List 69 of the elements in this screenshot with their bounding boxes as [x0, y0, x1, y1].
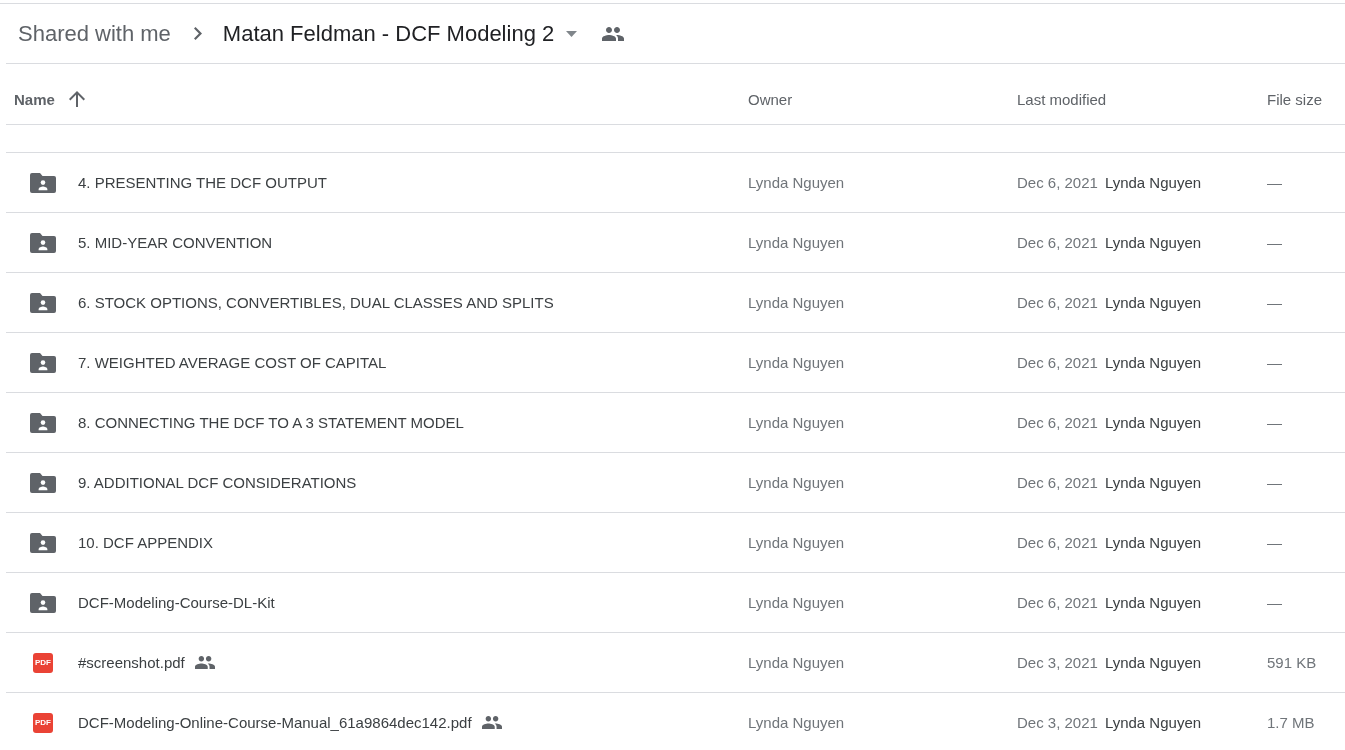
file-name[interactable]: 5. MID-YEAR CONVENTION	[78, 234, 273, 251]
modified-date: Dec 6, 2021	[1017, 414, 1098, 431]
file-name[interactable]: DCF-Modeling-Online-Course-Manual_61a9864dec142.pdf	[78, 714, 472, 731]
modified-date: Dec 6, 2021	[1017, 234, 1098, 251]
modified-by: Lynda Nguyen	[1104, 534, 1202, 551]
modified-date: Dec 6, 2021	[1017, 294, 1098, 311]
file-name[interactable]: 10. DCF APPENDIX	[78, 534, 214, 551]
pdf-file-icon: PDF	[33, 712, 53, 733]
shared-folder-icon	[30, 172, 56, 193]
sort-arrow-icon[interactable]	[68, 91, 85, 107]
modified-date: Dec 3, 2021	[1017, 654, 1098, 671]
file-name[interactable]: 9. ADDITIONAL DCF CONSIDERATIONS	[78, 474, 357, 491]
modified-date: Dec 6, 2021	[1017, 354, 1098, 371]
file-name[interactable]: #screenshot.pdf	[78, 654, 185, 671]
shared-folder-icon	[30, 472, 56, 493]
column-header[interactable]: File size	[1267, 90, 1322, 108]
file-name[interactable]: 6. STOCK OPTIONS, CONVERTIBLES, DUAL CLASSES AND SPLITS	[78, 294, 554, 311]
owner-name: Lynda Nguyen	[748, 294, 845, 311]
file-name[interactable]: 7. WEIGHTED AVERAGE COST OF CAPITAL	[78, 354, 387, 371]
shared-folder-icon	[30, 232, 56, 253]
file-size: 1.7 MB	[1267, 714, 1315, 731]
column-header[interactable]: Owner	[748, 90, 793, 108]
owner-name: Lynda Nguyen	[748, 414, 845, 431]
modified-by: Lynda Nguyen	[1104, 174, 1202, 191]
shared-folder-icon	[30, 592, 56, 613]
owner-name: Lynda Nguyen	[748, 354, 845, 371]
modified-date: Dec 3, 2021	[1017, 714, 1098, 731]
chevron-right-icon	[193, 27, 202, 40]
caret-icon[interactable]	[566, 30, 578, 37]
shared-folder-icon	[30, 532, 56, 553]
owner-name: Lynda Nguyen	[748, 534, 845, 551]
file-name[interactable]: 4. PRESENTING THE DCF OUTPUT	[78, 174, 327, 191]
file-size: 591 KB	[1267, 654, 1317, 671]
file-name[interactable]: 8. CONNECTING THE DCF TO A 3 STATEMENT MODEL	[78, 414, 464, 431]
file-size: —	[1267, 594, 1282, 611]
owner-name: Lynda Nguyen	[748, 594, 845, 611]
column-header[interactable]: Name	[14, 90, 55, 108]
file-size: —	[1267, 534, 1282, 551]
breadcrumb-item[interactable]: Shared with me	[18, 19, 171, 48]
owner-name: Lynda Nguyen	[748, 234, 845, 251]
file-size: —	[1267, 354, 1282, 371]
file-size: —	[1267, 474, 1282, 491]
shared-folder-icon	[30, 292, 56, 313]
pdf-file-icon: PDF	[33, 652, 53, 673]
file-size: —	[1267, 294, 1282, 311]
column-header[interactable]: Last modified	[1017, 90, 1107, 108]
modified-by: Lynda Nguyen	[1104, 654, 1202, 671]
modified-by: Lynda Nguyen	[1104, 414, 1202, 431]
modified-date: Dec 6, 2021	[1017, 594, 1098, 611]
modified-by: Lynda Nguyen	[1104, 594, 1202, 611]
modified-by: Lynda Nguyen	[1104, 354, 1202, 371]
shared-folder-icon	[30, 412, 56, 433]
shared-folder-icon	[30, 352, 56, 373]
modified-date: Dec 6, 2021	[1017, 174, 1098, 191]
modified-by: Lynda Nguyen	[1104, 474, 1202, 491]
file-size: —	[1267, 234, 1282, 251]
file-size: —	[1267, 414, 1282, 431]
modified-by: Lynda Nguyen	[1104, 714, 1202, 731]
owner-name: Lynda Nguyen	[748, 714, 845, 731]
owner-name: Lynda Nguyen	[748, 654, 845, 671]
modified-date: Dec 6, 2021	[1017, 474, 1098, 491]
owner-name: Lynda Nguyen	[748, 174, 845, 191]
modified-date: Dec 6, 2021	[1017, 534, 1098, 551]
modified-by: Lynda Nguyen	[1104, 294, 1202, 311]
owner-name: Lynda Nguyen	[748, 474, 845, 491]
modified-by: Lynda Nguyen	[1104, 234, 1202, 251]
file-size: —	[1267, 174, 1282, 191]
file-name[interactable]: DCF-Modeling-Course-DL-Kit	[78, 594, 275, 611]
breadcrumb-item[interactable]: Matan Feldman - DCF Modeling 2	[222, 19, 555, 48]
